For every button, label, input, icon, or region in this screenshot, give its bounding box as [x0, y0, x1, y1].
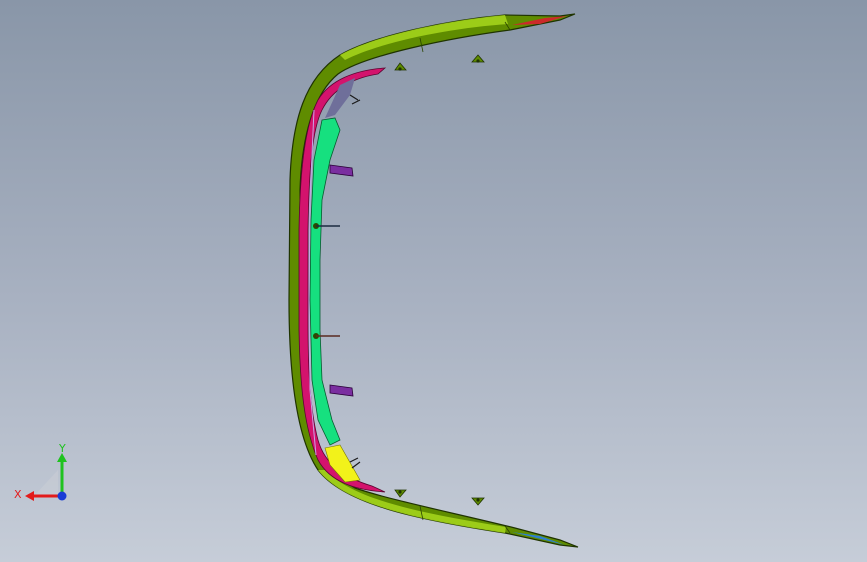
triad-background-cone	[34, 470, 58, 496]
mount-pin-1[interactable]	[313, 223, 340, 229]
graphics-viewport[interactable]: Y X	[0, 0, 867, 562]
z-axis-dot	[57, 491, 67, 501]
axis-triad: Y X	[14, 442, 67, 501]
clip-upper[interactable]	[329, 164, 354, 177]
detail-upper-bolt	[349, 94, 361, 105]
x-axis-label: X	[14, 488, 22, 501]
tab-top-1[interactable]	[394, 62, 407, 71]
tab-bottom-1[interactable]	[394, 489, 407, 498]
tab-bottom-2[interactable]	[471, 497, 485, 506]
y-axis-label: Y	[58, 442, 66, 455]
bumper-model[interactable]	[0, 0, 867, 562]
clip-lower[interactable]	[329, 384, 354, 397]
mount-pin-2[interactable]	[313, 333, 340, 339]
tab-top-2[interactable]	[471, 54, 485, 63]
